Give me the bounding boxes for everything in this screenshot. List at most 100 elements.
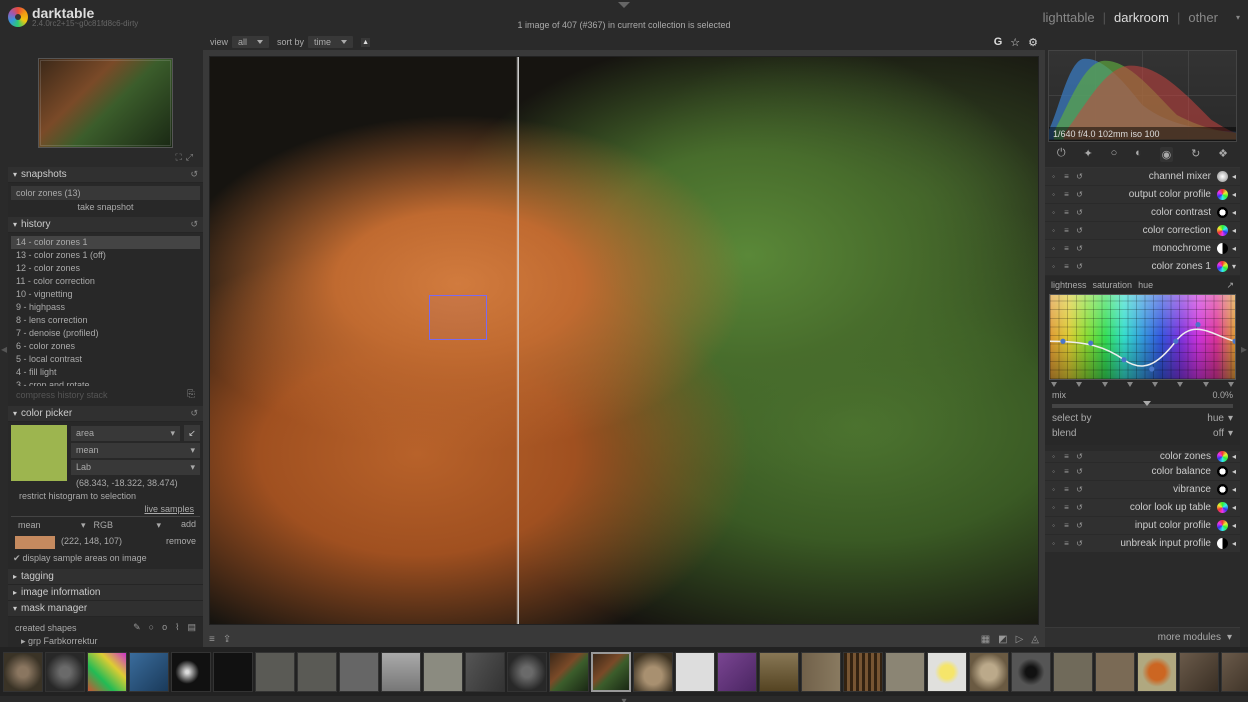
navigation-thumbnail[interactable] — [38, 58, 173, 148]
selectby-dropdown[interactable]: hue ▾ — [1207, 413, 1233, 424]
module-reset-icon[interactable]: ↺ — [1075, 503, 1084, 512]
module-enable-icon[interactable]: ◦ — [1049, 503, 1058, 512]
cz-tab-saturation[interactable]: saturation — [1093, 280, 1133, 291]
filmstrip-item[interactable] — [843, 652, 883, 692]
collapse-top-icon[interactable] — [618, 2, 630, 8]
module-row[interactable]: ◦≡↺vibrance◂ — [1045, 481, 1240, 499]
filmstrip-item[interactable] — [969, 652, 1009, 692]
filmstrip-item[interactable] — [87, 652, 127, 692]
module-reset-icon[interactable]: ↺ — [1075, 190, 1084, 199]
module-expand-icon[interactable]: ◂ — [1232, 190, 1236, 199]
nav-arrows-icon[interactable]: ⤢ — [186, 152, 193, 163]
export-icon[interactable]: ⇪ — [223, 634, 231, 645]
module-expand-icon[interactable]: ◂ — [1232, 503, 1236, 512]
sort-direction-button[interactable]: ▲ — [361, 38, 370, 47]
blend-dropdown[interactable]: off ▾ — [1213, 428, 1233, 439]
module-expand-icon[interactable]: ◂ — [1232, 208, 1236, 217]
module-expand-icon[interactable]: ◂ — [1232, 521, 1236, 530]
filmstrip[interactable] — [0, 647, 1248, 696]
tagging-header[interactable]: ▸tagging — [8, 569, 203, 585]
module-multi-icon[interactable]: ≡ — [1062, 521, 1071, 530]
reset-icon[interactable]: ↺ — [190, 169, 198, 180]
overlay-icon[interactable]: ◬ — [1031, 634, 1039, 645]
compress-history-button[interactable]: compress history stack — [16, 390, 108, 400]
module-multi-icon[interactable]: ≡ — [1062, 452, 1071, 461]
filmstrip-item[interactable] — [801, 652, 841, 692]
mask-group-item[interactable]: ▸ grp Farbkorrektur — [11, 635, 200, 647]
history-item[interactable]: 14 - color zones 1 — [11, 236, 200, 249]
picker-mode-dropdown[interactable]: area▾ — [71, 426, 180, 441]
filmstrip-item[interactable] — [675, 652, 715, 692]
live-samples-label[interactable]: live samples — [11, 502, 200, 517]
brush-icon[interactable]: ✎ — [133, 622, 141, 633]
filmstrip-item[interactable] — [549, 652, 589, 692]
filmstrip-item[interactable] — [129, 652, 169, 692]
history-item[interactable]: 12 - color zones — [11, 262, 200, 275]
sample-stat-dropdown[interactable]: mean▾ — [15, 519, 89, 532]
module-reset-icon[interactable]: ↺ — [1075, 226, 1084, 235]
module-reset-icon[interactable]: ↺ — [1075, 262, 1084, 271]
picker-model-dropdown[interactable]: Lab▾ — [71, 460, 200, 475]
filmstrip-item[interactable] — [1011, 652, 1051, 692]
module-multi-icon[interactable]: ≡ — [1062, 172, 1071, 181]
module-reset-icon[interactable]: ↺ — [1075, 467, 1084, 476]
cz-picker-icon[interactable]: ↗ — [1226, 280, 1234, 291]
module-reset-icon[interactable]: ↺ — [1075, 208, 1084, 217]
module-expand-icon[interactable]: ◂ — [1232, 452, 1236, 461]
module-multi-icon[interactable]: ≡ — [1062, 208, 1071, 217]
history-item[interactable]: 7 - denoise (profiled) — [11, 327, 200, 340]
module-row[interactable]: ◦≡↺unbreak input profile◂ — [1045, 535, 1240, 553]
module-enable-icon[interactable]: ◦ — [1049, 467, 1058, 476]
filmstrip-item[interactable] — [213, 652, 253, 692]
tab-lighttable[interactable]: lighttable — [1043, 10, 1095, 25]
filmstrip-item[interactable] — [507, 652, 547, 692]
filmstrip-item[interactable] — [927, 652, 967, 692]
power-icon[interactable]: ⏻ — [1057, 147, 1066, 162]
filmstrip-item[interactable] — [1053, 652, 1093, 692]
reset-icon[interactable]: ↺ — [190, 408, 198, 419]
basic-group-icon[interactable]: ○ — [1111, 147, 1118, 162]
ellipse-icon[interactable]: o — [162, 622, 167, 633]
add-sample-button[interactable]: add — [166, 519, 196, 532]
module-reset-icon[interactable]: ↺ — [1075, 485, 1084, 494]
history-item[interactable]: 5 - local contrast — [11, 353, 200, 366]
filmstrip-item[interactable] — [423, 652, 463, 692]
styles-icon[interactable]: ⎘ — [187, 389, 195, 400]
sort-dropdown[interactable]: time — [308, 36, 353, 48]
module-reset-icon[interactable]: ↺ — [1075, 244, 1084, 253]
module-row[interactable]: ◦≡↺channel mixer◂ — [1045, 168, 1240, 186]
filmstrip-item[interactable] — [255, 652, 295, 692]
module-reset-icon[interactable]: ↺ — [1075, 452, 1084, 461]
tab-darkroom[interactable]: darkroom — [1114, 10, 1169, 25]
filmstrip-item[interactable] — [339, 652, 379, 692]
nav-fit-icon[interactable]: ⛶ — [175, 152, 181, 163]
color-group-icon[interactable]: ◉ — [1160, 147, 1174, 162]
color-picker-header[interactable]: ▾color picker↺ — [8, 406, 203, 422]
history-item[interactable]: 13 - color zones 1 (off) — [11, 249, 200, 262]
module-enable-icon[interactable]: ◦ — [1049, 244, 1058, 253]
cz-tab-hue[interactable]: hue — [1138, 280, 1153, 291]
module-enable-icon[interactable]: ◦ — [1049, 262, 1058, 271]
mask-manager-header[interactable]: ▾mask manager — [8, 601, 203, 617]
reset-icon[interactable]: ↺ — [190, 219, 198, 230]
module-row[interactable]: ◦≡↺color balance◂ — [1045, 463, 1240, 481]
module-multi-icon[interactable]: ≡ — [1062, 226, 1071, 235]
module-enable-icon[interactable]: ◦ — [1049, 190, 1058, 199]
quick-access-icon[interactable]: ≡ — [209, 634, 215, 645]
filmstrip-item[interactable] — [465, 652, 505, 692]
effect-group-icon[interactable]: ❖ — [1218, 147, 1228, 162]
module-expand-icon[interactable]: ◂ — [1232, 244, 1236, 253]
more-modules-button[interactable]: more modules▾ — [1045, 627, 1240, 647]
picker-stat-dropdown[interactable]: mean▾ — [71, 443, 200, 458]
picker-selection-box[interactable] — [429, 295, 487, 340]
filmstrip-item[interactable] — [759, 652, 799, 692]
history-item[interactable]: 4 - fill light — [11, 366, 200, 379]
snapshot-item[interactable]: color zones (13) — [11, 186, 200, 200]
filmstrip-item[interactable] — [297, 652, 337, 692]
filmstrip-item[interactable] — [885, 652, 925, 692]
histogram[interactable]: 1/640 f/4.0 102mm iso 100 — [1048, 50, 1237, 142]
module-expand-icon[interactable]: ▾ — [1232, 262, 1236, 271]
module-row[interactable]: ◦≡↺color zones◂ — [1045, 445, 1240, 463]
filmstrip-item[interactable] — [3, 652, 43, 692]
image-info-header[interactable]: ▸image information — [8, 585, 203, 601]
